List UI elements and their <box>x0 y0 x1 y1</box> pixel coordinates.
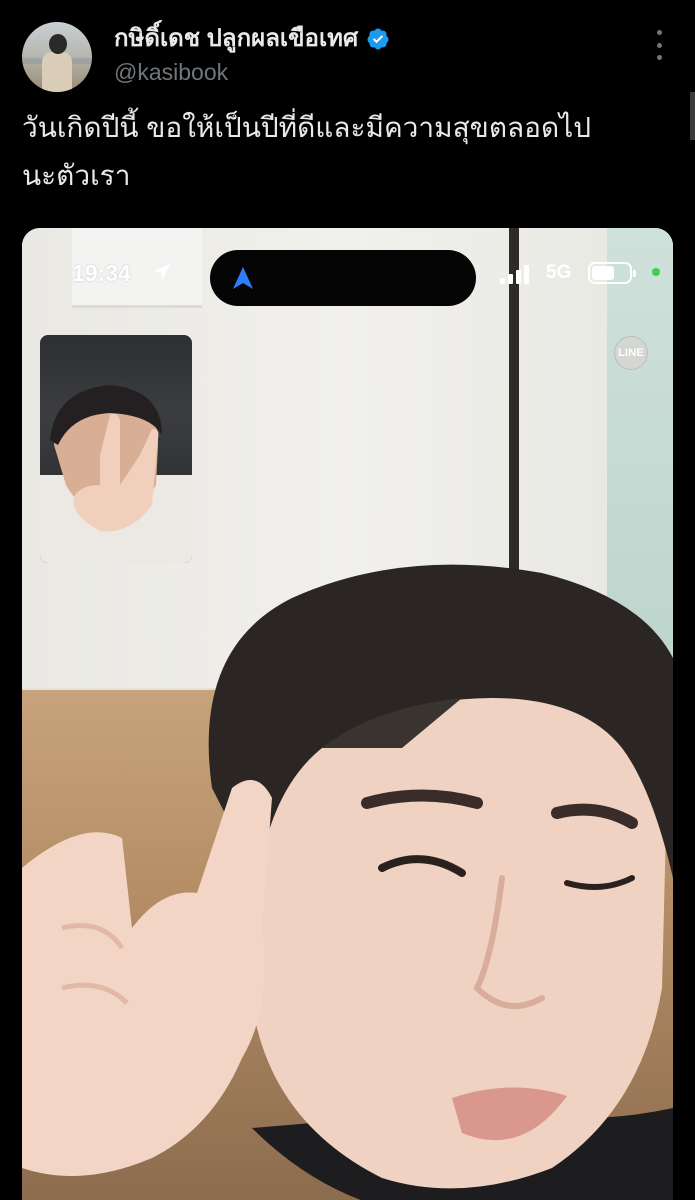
navigation-arrow-icon <box>233 267 253 289</box>
dynamic-island <box>210 250 476 306</box>
self-view-person <box>40 385 192 563</box>
self-view-video[interactable] <box>40 335 192 563</box>
network-type: 5G <box>546 262 572 283</box>
author-name-row: กษิดิ์เดช ปลูกผลเขือเทศ <box>114 24 390 54</box>
display-name[interactable]: กษิดิ์เดช ปลูกผลเขือเทศ <box>114 24 358 54</box>
avatar[interactable] <box>22 22 92 92</box>
tweet-page: กษิดิ์เดช ปลูกผลเขือเทศ @kasibook วันเกิ… <box>0 0 695 1200</box>
status-time: 19:34 <box>72 260 131 286</box>
tweet-header: กษิดิ์เดช ปลูกผลเขือเทศ @kasibook <box>22 18 673 92</box>
more-vertical-icon[interactable] <box>653 30 665 60</box>
tweet-media-image[interactable]: LINE 19:34 5G <box>22 228 673 1200</box>
verified-badge-icon <box>367 28 389 50</box>
line-app-badge-icon: LINE <box>614 336 648 370</box>
cellular-signal-icon <box>500 264 534 284</box>
tweet-text: วันเกิดปีนี้ ขอให้เป็นปีที่ดีและมีความสุ… <box>22 112 592 191</box>
user-handle[interactable]: @kasibook <box>114 58 228 86</box>
phone-status-bar: 19:34 5G <box>22 250 673 306</box>
camera-in-use-indicator <box>652 268 660 276</box>
battery-icon <box>588 262 636 284</box>
scroll-indicator <box>690 92 695 140</box>
location-arrow-icon <box>154 264 170 280</box>
